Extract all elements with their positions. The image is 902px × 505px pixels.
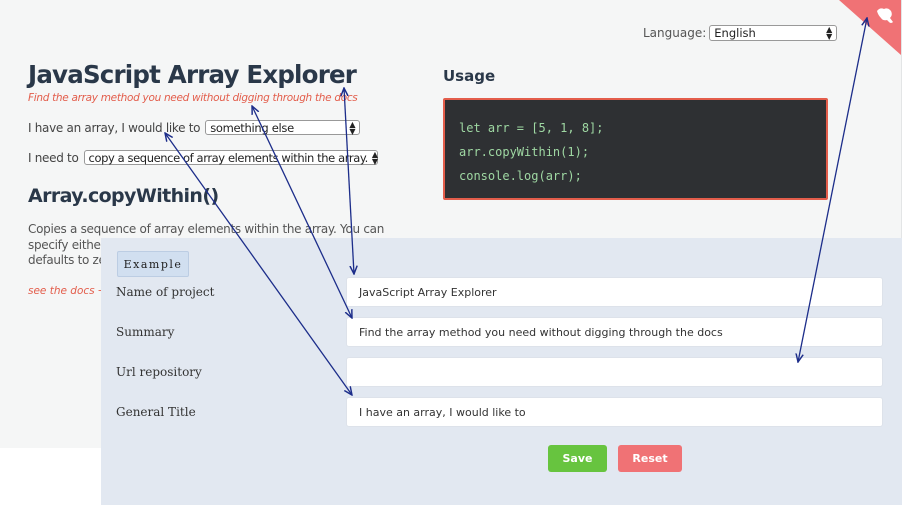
- language-selector: Language: English ▲ ▼: [643, 25, 838, 41]
- language-select[interactable]: English ▲ ▼: [709, 25, 838, 41]
- summary-input[interactable]: Find the array method you need without d…: [346, 317, 883, 347]
- question-2-label: I need to: [28, 150, 79, 165]
- code-line: console.log(arr);: [459, 169, 582, 183]
- code-line: let arr = [5, 1, 8];: [459, 121, 604, 135]
- method-action-value: copy a sequence of array elements within…: [88, 150, 369, 165]
- select-arrows-icon: ▲ ▼: [349, 119, 356, 136]
- reset-button[interactable]: Reset: [618, 445, 682, 472]
- usage-title: Usage: [443, 67, 496, 85]
- question-row-1: I have an array, I would like to somethi…: [28, 119, 361, 136]
- app-subtitle: Find the array method you need without d…: [28, 92, 358, 104]
- method-action-select[interactable]: copy a sequence of array elements within…: [83, 149, 378, 166]
- method-category-select[interactable]: something else ▲ ▼: [205, 119, 361, 136]
- summary-label: Summary: [116, 325, 175, 339]
- example-form-panel: Example Name of project JavaScript Array…: [101, 238, 902, 505]
- url-repository-label: Url repository: [116, 365, 202, 379]
- language-select-value: English: [714, 26, 756, 40]
- method-category-value: something else: [210, 120, 294, 135]
- save-button[interactable]: Save: [548, 445, 607, 472]
- select-arrows-icon: ▲ ▼: [826, 25, 833, 41]
- tab-example[interactable]: Example: [117, 251, 189, 277]
- usage-code-block: let arr = [5, 1, 8]; arr.copyWithin(1); …: [443, 98, 828, 200]
- question-1-label: I have an array, I would like to: [28, 120, 201, 135]
- general-title-label: General Title: [116, 405, 196, 419]
- method-title: Array.copyWithin(): [28, 185, 219, 207]
- url-repository-input[interactable]: [346, 357, 883, 387]
- select-arrows-icon: ▲ ▼: [371, 149, 378, 166]
- language-label: Language:: [643, 26, 707, 40]
- app-title: JavaScript Array Explorer: [28, 60, 357, 89]
- project-name-label: Name of project: [116, 285, 215, 299]
- project-name-input[interactable]: JavaScript Array Explorer: [346, 277, 883, 307]
- docs-link[interactable]: see the docs →: [28, 285, 107, 297]
- general-title-input[interactable]: I have an array, I would like to: [346, 397, 883, 427]
- github-corner[interactable]: [839, 0, 901, 55]
- question-row-2: I need to copy a sequence of array eleme…: [28, 150, 378, 165]
- code-line: arr.copyWithin(1);: [459, 145, 590, 159]
